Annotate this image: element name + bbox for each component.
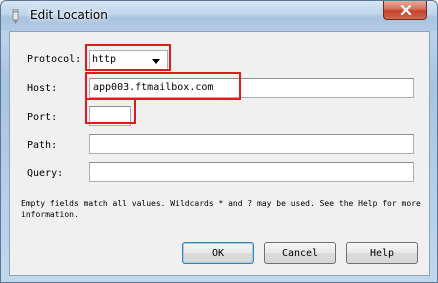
chevron-down-icon (152, 59, 160, 64)
window-title: Edit Location (30, 8, 108, 22)
port-input[interactable] (89, 106, 131, 126)
query-label: Query: (27, 168, 64, 179)
path-input[interactable] (89, 134, 414, 154)
pen-icon (12, 9, 19, 24)
path-label: Path: (27, 140, 58, 151)
edit-location-dialog: Edit Location Protocol: http Host: app00… (0, 0, 438, 283)
close-button[interactable] (383, 1, 427, 20)
host-label: Host: (27, 83, 58, 94)
help-button[interactable]: Help (346, 242, 418, 264)
cancel-button[interactable]: Cancel (264, 242, 336, 264)
close-icon (400, 5, 412, 15)
ok-button[interactable]: OK (182, 242, 254, 264)
host-input[interactable]: app003.ftmailbox.com (89, 78, 414, 98)
dialog-body: Protocol: http Host: app003.ftmailbox.co… (9, 31, 430, 276)
title-bar: Edit Location (1, 1, 437, 31)
host-value: app003.ftmailbox.com (93, 82, 214, 93)
query-input[interactable] (89, 162, 414, 182)
protocol-label: Protocol: (27, 54, 82, 65)
help-text: Empty fields match all values. Wildcards… (21, 199, 421, 219)
protocol-select[interactable]: http (89, 50, 168, 70)
port-label: Port: (27, 112, 58, 123)
protocol-selected-value: http (92, 54, 117, 65)
